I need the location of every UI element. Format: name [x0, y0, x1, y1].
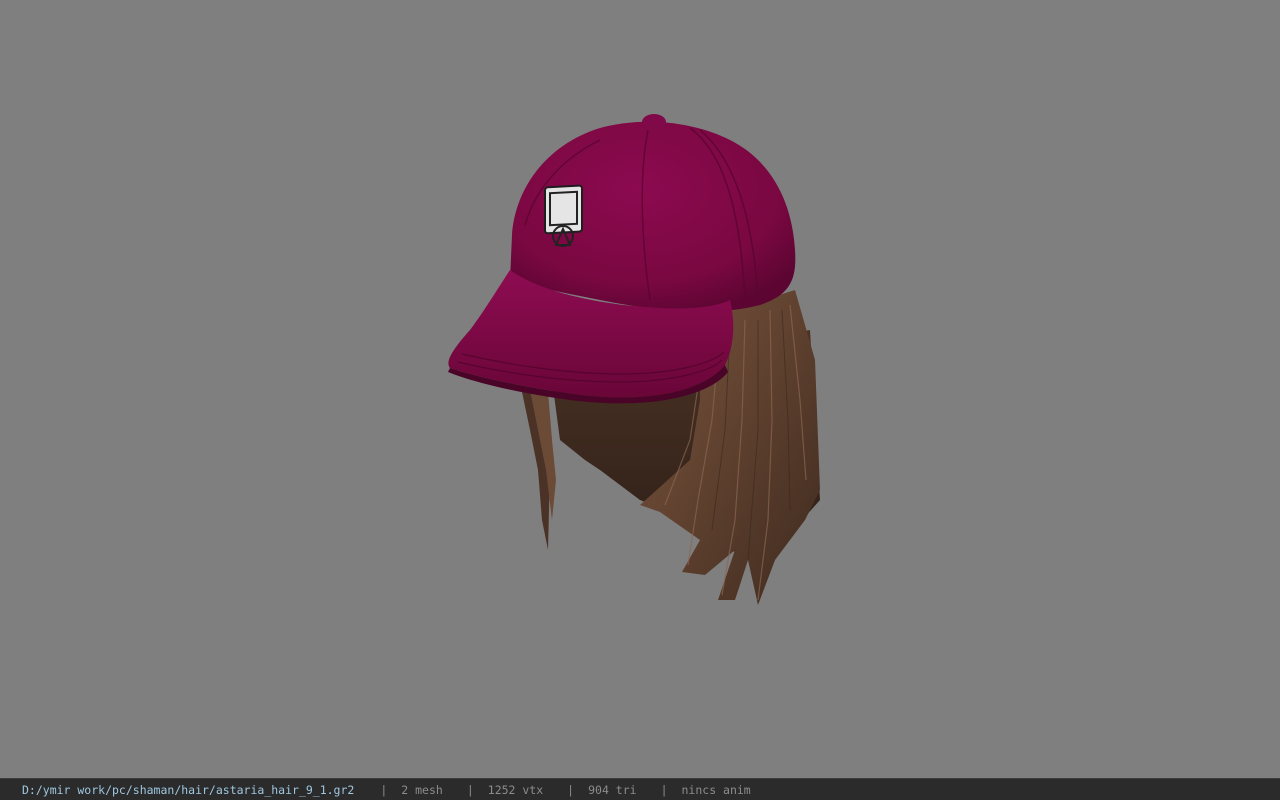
- status-file-path: D:/ymir work/pc/shaman/hair/astaria_hair…: [22, 782, 355, 797]
- status-vertex-count: 1252 vtx: [487, 782, 544, 797]
- cap-with-hair-model[interactable]: [0, 0, 1280, 778]
- 3d-viewport[interactable]: [0, 0, 1280, 778]
- status-separator: |: [660, 782, 668, 797]
- status-separator: |: [380, 782, 388, 797]
- cap-button: [642, 114, 666, 130]
- status-mesh-count: 2 mesh: [401, 782, 443, 797]
- status-bar: D:/ymir work/pc/shaman/hair/astaria_hair…: [0, 778, 1280, 800]
- status-separator: |: [466, 782, 474, 797]
- status-anim-info: nincs anim: [681, 782, 751, 797]
- status-separator: |: [567, 782, 575, 797]
- status-triangle-count: 904 tri: [588, 782, 637, 797]
